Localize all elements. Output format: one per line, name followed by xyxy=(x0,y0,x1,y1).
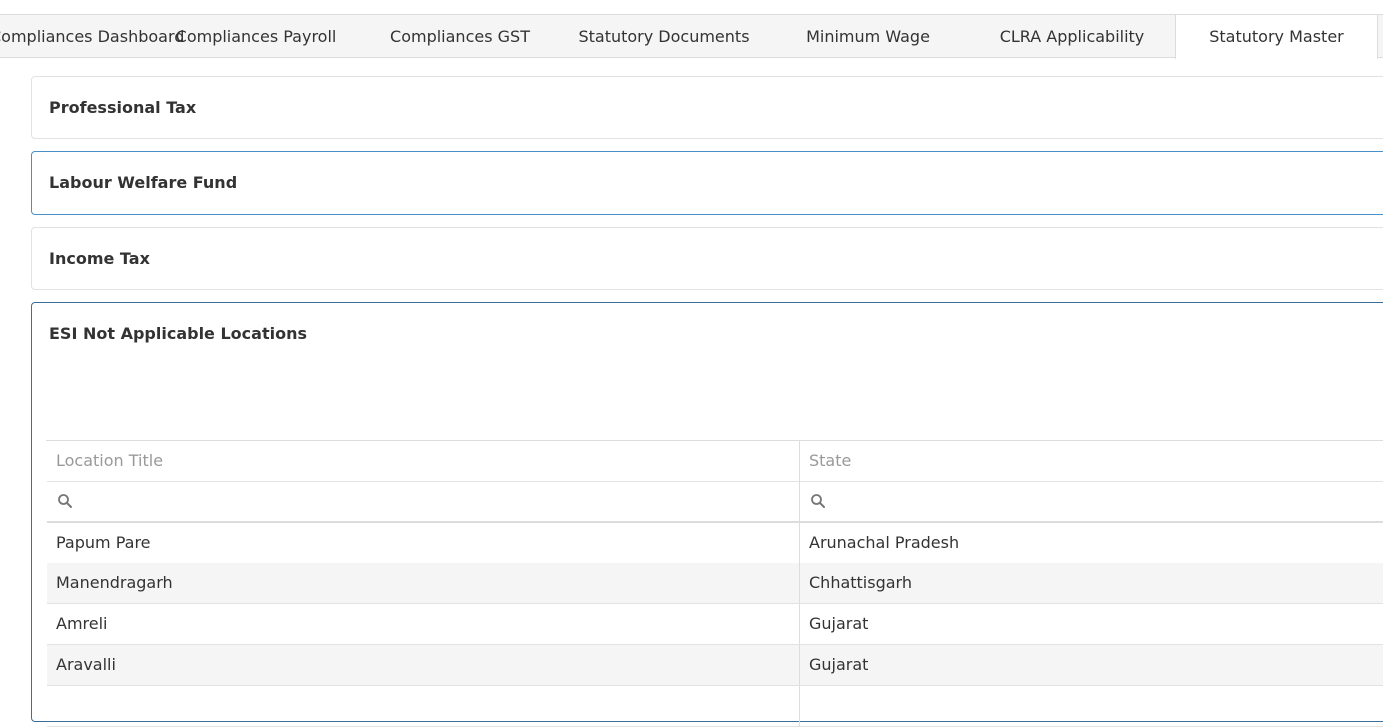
tab-compliances-gst[interactable]: Compliances GST xyxy=(362,15,558,58)
search-icon xyxy=(58,494,72,508)
tab-minimum-wage[interactable]: Minimum Wage xyxy=(770,15,966,58)
location-cell: Amreli xyxy=(47,604,800,644)
tab-bar: Compliances Dashboard Compliances Payrol… xyxy=(0,14,1383,59)
income-tax-panel[interactable]: Income Tax xyxy=(31,227,1383,290)
esi-locations-grid: Location Title State Papum Pare Arunacha… xyxy=(46,440,1383,727)
table-row[interactable]: Aravalli Gujarat xyxy=(47,645,1383,686)
column-header-state[interactable]: State xyxy=(800,441,1383,481)
location-cell: Manendragarh xyxy=(47,563,800,603)
grid-filter-row xyxy=(47,481,1383,523)
tab-statutory-master[interactable]: Statutory Master xyxy=(1175,15,1378,59)
table-row[interactable]: Papum Pare Arunachal Pradesh xyxy=(47,523,1383,564)
state-cell xyxy=(800,686,1383,726)
state-cell: Gujarat xyxy=(809,614,869,633)
professional-tax-panel[interactable]: Professional Tax xyxy=(31,76,1383,139)
table-row[interactable]: Amreli Gujarat xyxy=(47,604,1383,645)
panel-title: ESI Not Applicable Locations xyxy=(49,324,307,343)
state-cell: Arunachal Pradesh xyxy=(809,533,960,552)
location-filter-input[interactable] xyxy=(47,481,800,521)
panel-title: Professional Tax xyxy=(49,98,197,117)
location-cell: Aravalli xyxy=(47,645,800,685)
tab-compliances-payroll[interactable]: Compliances Payroll xyxy=(160,15,352,58)
state-filter-input[interactable] xyxy=(800,481,1383,521)
search-icon xyxy=(811,494,825,508)
state-cell: Chhattisgarh xyxy=(809,573,912,592)
labour-welfare-fund-panel[interactable]: Labour Welfare Fund xyxy=(31,151,1383,215)
panel-title: Income Tax xyxy=(49,249,150,268)
table-row[interactable]: Manendragarh Chhattisgarh xyxy=(47,563,1383,604)
tab-statutory-documents[interactable]: Statutory Documents xyxy=(566,15,762,58)
table-row[interactable] xyxy=(47,686,1383,727)
tab-clra-applicability[interactable]: CLRA Applicability xyxy=(974,15,1170,58)
location-cell: Papum Pare xyxy=(47,523,800,563)
column-header-location-title[interactable]: Location Title xyxy=(47,441,800,481)
panel-title: Labour Welfare Fund xyxy=(49,173,238,192)
location-cell xyxy=(47,686,800,726)
grid-header-row: Location Title State xyxy=(47,441,1383,482)
tab-compliances-dashboard[interactable]: Compliances Dashboard xyxy=(0,15,184,58)
state-cell: Gujarat xyxy=(809,655,869,674)
